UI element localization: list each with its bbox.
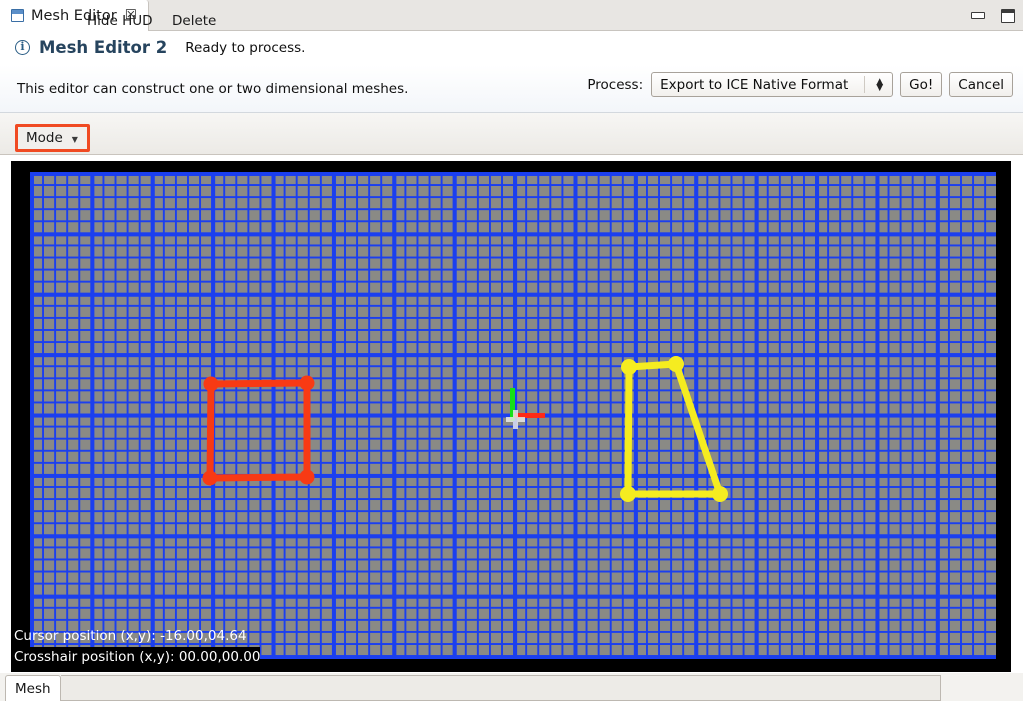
process-area: Process: Export to ICE Native Format ▲ ▼ …	[587, 72, 1013, 97]
mode-dropdown-button[interactable]: Mode ▼	[15, 124, 90, 152]
red-vertex-3[interactable]	[299, 469, 315, 485]
select-separator	[864, 76, 866, 93]
crosshair-icon	[506, 410, 525, 429]
chevron-down-icon: ▼	[71, 134, 78, 144]
header-title-row: i Mesh Editor 2 Ready to process.	[15, 38, 305, 57]
window-controls	[971, 0, 1015, 31]
minimize-icon[interactable]	[971, 12, 985, 19]
cancel-button[interactable]: Cancel	[949, 72, 1013, 97]
yellow-vertex-4[interactable]	[620, 486, 636, 502]
form-header: i Mesh Editor 2 Ready to process. This e…	[0, 31, 1023, 113]
maximize-icon[interactable]	[1001, 8, 1015, 23]
chevron-updown-icon: ▲ ▼	[876, 76, 884, 93]
red-vertex-1[interactable]	[203, 376, 219, 392]
info-icon: i	[15, 40, 30, 55]
tab-mesh[interactable]: Mesh	[5, 675, 61, 701]
process-label: Process:	[587, 76, 644, 93]
yellow-polygon-edges[interactable]	[624, 360, 724, 498]
red-vertex-4[interactable]	[202, 470, 218, 486]
red-vertex-2[interactable]	[299, 375, 315, 391]
header-description: This editor can construct one or two dim…	[17, 81, 409, 97]
process-select[interactable]: Export to ICE Native Format ▲ ▼	[651, 72, 894, 97]
bottom-tabs: Mesh	[5, 675, 941, 701]
red-polygon-edges[interactable]	[206, 379, 311, 482]
delete-button[interactable]: Delete	[172, 9, 216, 33]
process-select-value: Export to ICE Native Format	[660, 76, 849, 93]
yellow-vertex-1[interactable]	[621, 359, 637, 375]
origin-axes	[506, 388, 545, 429]
window-icon	[11, 9, 24, 22]
bottom-shadow	[0, 701, 1023, 706]
editor-toolbar	[0, 113, 1023, 155]
window-tab-bar: Mesh Editor ☒	[0, 0, 1023, 31]
yellow-quadrilateral[interactable]	[620, 356, 728, 502]
red-quadrilateral[interactable]	[202, 375, 315, 486]
hide-hud-button[interactable]: Hide HUD	[87, 9, 153, 33]
mesh-shapes-layer	[202, 356, 728, 502]
page-title: Mesh Editor 2	[39, 38, 168, 57]
go-button[interactable]: Go!	[900, 72, 943, 97]
bottom-tab-strip: Mesh	[0, 673, 1023, 706]
yellow-vertex-2[interactable]	[668, 356, 684, 372]
yellow-vertex-3[interactable]	[712, 486, 728, 502]
status-text: Ready to process.	[185, 39, 306, 56]
bottom-tab-filler	[60, 675, 941, 701]
mode-label: Mode	[26, 130, 63, 146]
mesh-canvas[interactable]: Cursor position (x,y): -16.00,04.64 Cros…	[11, 161, 1011, 672]
